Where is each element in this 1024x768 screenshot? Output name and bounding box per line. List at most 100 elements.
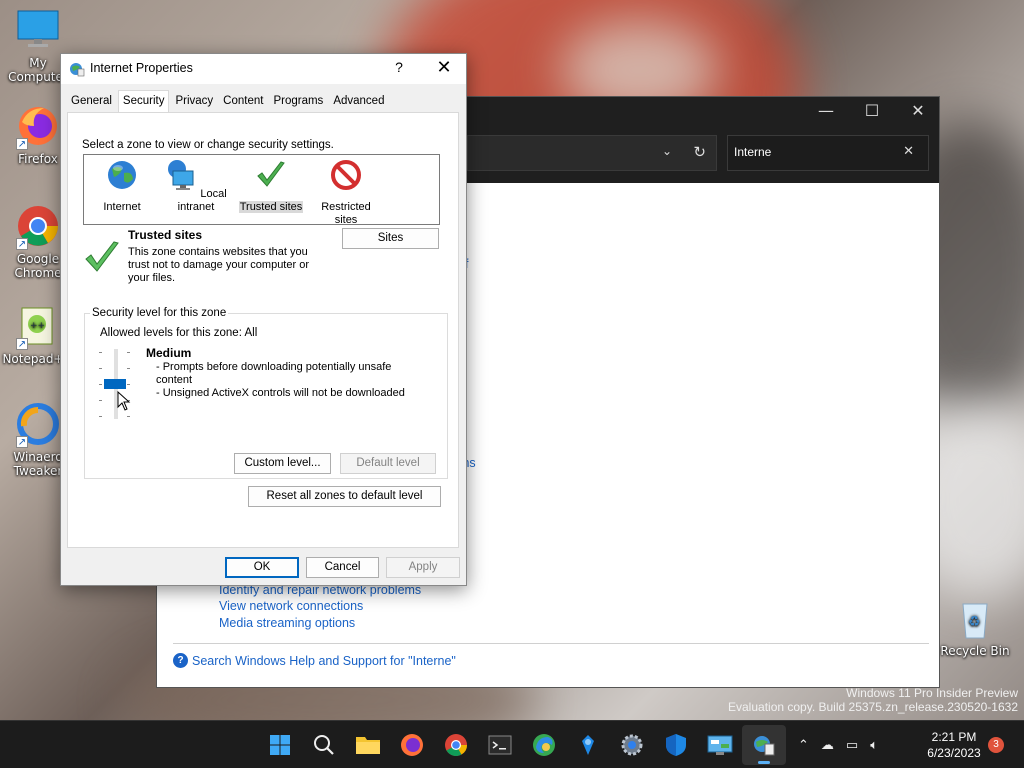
zone-trusted-sites[interactable]: Trusted sites (235, 159, 307, 214)
internet-properties-icon[interactable] (742, 725, 786, 765)
zone-prompt: Select a zone to view or change security… (82, 139, 334, 151)
clear-search-icon[interactable]: ✕ (903, 144, 914, 159)
zone-internet[interactable]: Internet (86, 159, 158, 214)
slider-tick (99, 352, 102, 353)
refresh-icon[interactable]: ↻ (693, 143, 706, 161)
divider (173, 643, 929, 644)
notepad-plus-plus-icon: ++ ↗ (16, 304, 60, 350)
search-icon[interactable] (302, 725, 346, 765)
notification-badge[interactable]: 3 (988, 737, 1004, 753)
start-icon[interactable] (258, 725, 302, 765)
tab-programs[interactable]: Programs (269, 92, 327, 112)
taskbar: ⌃ ☁ ▭ 🔈︎ 2:21 PM 6/23/2023 3 (0, 720, 1024, 768)
desktop-icon-recycle-bin[interactable]: ♻ Recycle Bin (937, 596, 1013, 658)
maximize-button[interactable]: ☐ (849, 101, 895, 120)
zone-label: Restricted sites (321, 201, 371, 226)
allowed-levels: Allowed levels for this zone: All (100, 327, 258, 339)
watermark-line: Windows 11 Pro Insider Preview (846, 686, 1018, 700)
security-level-details: - Prompts before downloading potentially… (156, 361, 416, 400)
watermark: Windows 11 Pro Insider Preview Evaluatio… (728, 686, 1018, 714)
search-box[interactable]: ✕ (727, 135, 929, 171)
security-slider-thumb[interactable] (104, 379, 126, 389)
file-explorer-icon[interactable] (346, 725, 390, 765)
chevron-up-icon[interactable]: ⌃ (798, 738, 809, 753)
apply-button[interactable]: Apply (386, 557, 460, 578)
slider-tick (99, 416, 102, 417)
edge-beta-icon[interactable] (522, 725, 566, 765)
reset-all-zones-button[interactable]: Reset all zones to default level (248, 486, 441, 507)
help-link-text[interactable]: Search Windows Help and Support for "Int… (192, 654, 456, 668)
ok-button[interactable]: OK (225, 557, 299, 578)
minimize-button[interactable]: — (803, 101, 849, 120)
chrome-icon[interactable] (434, 725, 478, 765)
globe-icon (108, 161, 136, 189)
address-bar[interactable]: ⌄ ↻ (467, 135, 717, 171)
slider-tick (99, 384, 102, 385)
winaero-tweaker-icon: ↗ (16, 402, 60, 448)
slider-tick (99, 368, 102, 369)
tab-privacy[interactable]: Privacy (171, 92, 217, 112)
zone-label: Trusted sites (238, 201, 304, 213)
internet-properties-icon (70, 63, 85, 77)
slider-tick (99, 400, 102, 401)
firefox-icon[interactable] (390, 725, 434, 765)
zone-label: Internet (103, 201, 141, 213)
help-search-link[interactable]: ? Search Windows Help and Support for "I… (173, 653, 456, 668)
checkmark-icon (257, 161, 285, 187)
dialog-title: Internet Properties (90, 61, 193, 75)
clock-time: 2:21 PM (931, 730, 977, 744)
svg-text:++: ++ (30, 321, 45, 331)
link-view-network-connections[interactable]: View network connections (219, 599, 363, 613)
volume-icon[interactable]: 🔈︎ (870, 738, 878, 753)
slider-tick (127, 368, 130, 369)
slider-tick (127, 384, 130, 385)
security-group-title: Security level for this zone (90, 307, 229, 319)
defender-icon[interactable] (654, 725, 698, 765)
cancel-button[interactable]: Cancel (306, 557, 379, 578)
security-tab-panel: Select a zone to view or change security… (67, 112, 459, 548)
chevron-down-icon[interactable]: ⌄ (662, 144, 672, 158)
cloud-offline-icon[interactable]: ☁ (821, 738, 834, 753)
settings-icon[interactable] (610, 725, 654, 765)
clock[interactable]: 2:21 PM 6/23/2023 (918, 729, 990, 761)
slider-tick (127, 416, 130, 417)
close-button[interactable]: ✕ (895, 101, 941, 120)
help-button[interactable]: ? (391, 59, 407, 75)
zone-description: This zone contains websites that you tru… (128, 246, 309, 284)
slider-tick (127, 352, 130, 353)
terminal-icon[interactable] (478, 725, 522, 765)
zone-list: Internet Local intranet Trusted sites Re… (83, 154, 440, 227)
zone-name: Trusted sites (128, 228, 203, 242)
desktop-icon-label: Firefox (18, 152, 58, 166)
desktop-icon-label: Recycle Bin (940, 644, 1010, 658)
custom-level-button[interactable]: Custom level... (234, 453, 331, 474)
close-button[interactable]: ✕ (433, 57, 455, 78)
clock-date: 6/23/2023 (927, 746, 981, 760)
control-panel-icon[interactable] (698, 725, 742, 765)
desktop-icon-label: My Computer (8, 56, 68, 84)
desktop-icon-label: Google Chrome (14, 252, 62, 280)
computer-icon (16, 8, 60, 52)
mouse-cursor-icon (117, 391, 131, 411)
firefox-icon: ↗ (16, 104, 60, 150)
checkmark-icon (85, 241, 119, 272)
system-tray: ⌃ ☁ ▭ 🔈︎ (798, 721, 878, 768)
tab-content[interactable]: Content (219, 92, 267, 112)
zone-label: Local intranet (177, 188, 227, 213)
zone-local-intranet[interactable]: Local intranet (160, 159, 232, 214)
sites-button[interactable]: Sites (342, 228, 439, 249)
network-icon[interactable]: ▭ (846, 738, 858, 753)
tab-advanced[interactable]: Advanced (329, 92, 388, 112)
winaero-icon[interactable] (566, 725, 610, 765)
level-detail-line: - Prompts before downloading potentially… (156, 361, 392, 386)
zone-restricted-sites[interactable]: Restricted sites (310, 159, 382, 227)
default-level-button[interactable]: Default level (340, 453, 436, 474)
security-level-name: Medium (146, 346, 192, 360)
internet-properties-dialog[interactable]: Internet Properties ? ✕ General Security… (60, 53, 467, 586)
tab-strip: General Security Privacy Content Program… (67, 90, 390, 112)
tab-general[interactable]: General (67, 92, 116, 112)
dialog-titlebar[interactable]: Internet Properties ? ✕ (61, 54, 466, 84)
search-input[interactable] (734, 145, 894, 159)
link-media-streaming[interactable]: Media streaming options (219, 616, 355, 630)
tab-security[interactable]: Security (117, 90, 170, 112)
